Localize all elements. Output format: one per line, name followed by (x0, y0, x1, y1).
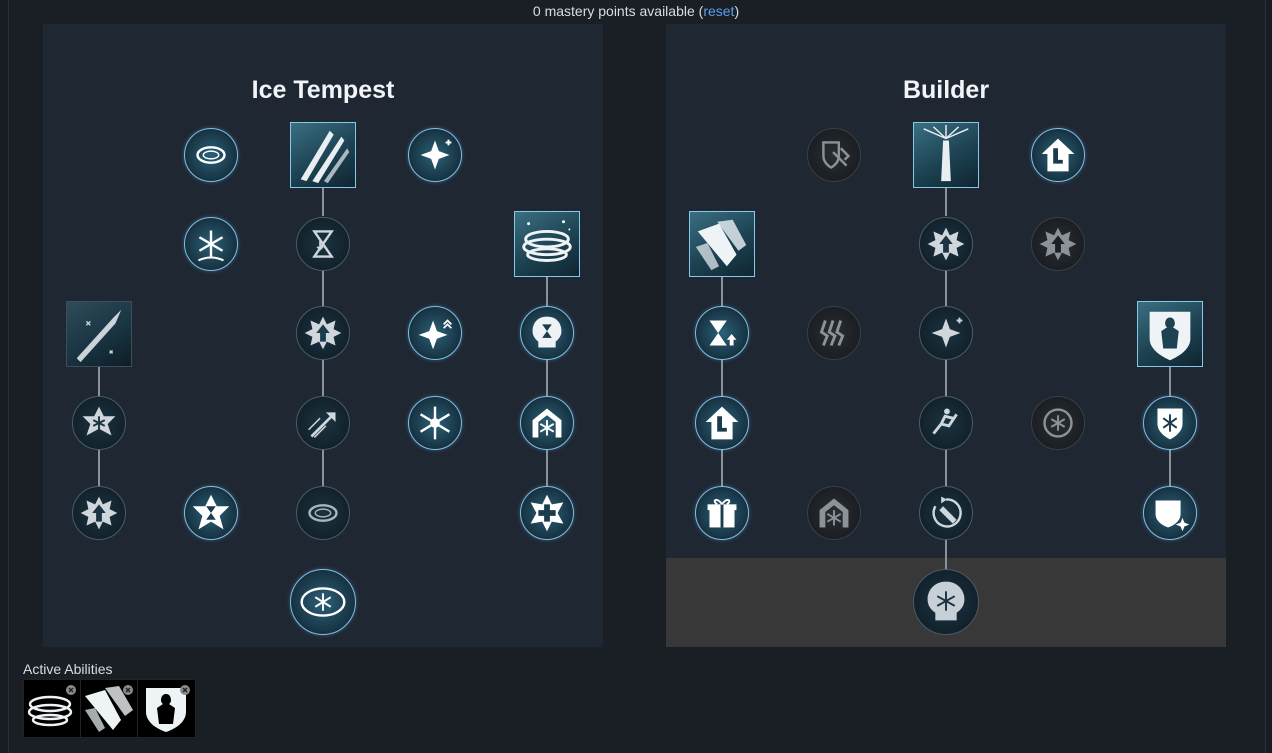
skull-hourglass-node[interactable] (520, 306, 574, 360)
ice-storm-icon (522, 220, 572, 262)
frost-cycle-node[interactable] (1031, 396, 1085, 450)
ice-spear-node[interactable] (66, 301, 132, 367)
tempest-orbit-node[interactable] (184, 128, 238, 182)
tempest-capstone-node[interactable] (290, 569, 356, 635)
hammer-cycle-node[interactable] (919, 486, 973, 540)
sparkle-up-node[interactable] (408, 306, 462, 360)
ice-spear-icon (76, 309, 122, 363)
axe-shield-icon (822, 141, 851, 169)
snowflake-icon (198, 230, 224, 262)
active-abilities-label: Active Abilities (23, 661, 113, 677)
star-plus-node[interactable] (408, 128, 462, 182)
ice-shards-node[interactable] (290, 122, 356, 188)
ice-storm-icon (27, 685, 76, 727)
reset-link[interactable]: reset (703, 3, 734, 19)
snowflake-shelter-icon (819, 498, 849, 528)
orbit-icon (196, 146, 226, 164)
frozen-figure-shield-icon (1149, 311, 1191, 361)
sparkle-up-icon (418, 319, 452, 350)
active-ability-frozen-ward[interactable] (137, 679, 196, 738)
snow-cross-node[interactable] (520, 486, 574, 540)
snowflake-shelter-icon (532, 408, 562, 438)
sprint-node[interactable] (807, 306, 861, 360)
lunge-node[interactable] (919, 396, 973, 450)
light-pillar-icon (923, 124, 969, 182)
skull-hourglass-icon (532, 316, 562, 348)
upgrade-arrow-burst-icon (927, 227, 965, 261)
builder-capstone-node[interactable] (913, 569, 979, 635)
upgrade-burst-node[interactable] (296, 306, 350, 360)
diagonal-arrow-icon (308, 412, 336, 438)
snowflake-burst-icon (419, 406, 451, 440)
frost-shelter-node[interactable] (520, 396, 574, 450)
radiant-pillar-node[interactable] (913, 122, 979, 188)
ice-shards-icon (85, 685, 133, 732)
frost-shield-node[interactable] (1143, 396, 1197, 450)
running-figures-icon (819, 320, 845, 347)
upgrade-arrow-burst-icon (304, 316, 342, 350)
gift-node[interactable] (695, 486, 749, 540)
frost-skull-icon (927, 581, 965, 621)
frost-shelter-dark-node[interactable] (807, 486, 861, 540)
ice-tempest-tree: Ice Tempest (43, 24, 603, 647)
hourglass-down-icon (312, 230, 334, 258)
active-ability-ice-shards[interactable] (80, 679, 139, 738)
frost-burst-node[interactable] (408, 396, 462, 450)
snowflake-shield-icon (1157, 408, 1183, 440)
builder-sparkle-node[interactable] (919, 306, 973, 360)
upgrade-burst-2-node[interactable] (72, 486, 126, 540)
hourglass-up-icon (709, 320, 737, 346)
shield-sparkle-icon (1155, 500, 1190, 532)
builder-tree: Builder (666, 24, 1226, 647)
boot-upgrade-icon (1041, 138, 1075, 172)
boot-house-2-node[interactable] (695, 396, 749, 450)
sparkle-plus-icon (420, 139, 452, 170)
close-paren: ) (734, 3, 740, 19)
snowflake-cycle-icon (1043, 408, 1073, 438)
frozen-ward-node[interactable] (1137, 301, 1203, 367)
snow-hourglass-node[interactable] (184, 486, 238, 540)
snowflake-hourglass-icon (192, 494, 230, 530)
orbit-icon (308, 504, 338, 522)
snowflake-cross-icon (530, 494, 564, 532)
shard-barrage-node[interactable] (689, 211, 755, 277)
axe-shield-node[interactable] (807, 128, 861, 182)
mastery-points-header: 0 mastery points available (reset) (0, 3, 1272, 19)
sparkle-plus-icon (931, 317, 963, 348)
boot-upgrade-icon (705, 406, 739, 440)
ice-shards-icon (695, 219, 747, 271)
hourglass-up-node[interactable] (695, 306, 749, 360)
shield-sparkle-node[interactable] (1143, 486, 1197, 540)
ice-storm-node[interactable] (514, 211, 580, 277)
lunging-figure-icon (932, 408, 958, 435)
mastery-points-text: 0 mastery points available ( (532, 3, 704, 19)
gift-icon (707, 498, 737, 528)
snow-star-node[interactable] (72, 396, 126, 450)
orbit-2-node[interactable] (296, 486, 350, 540)
cooldown-down-node[interactable] (296, 217, 350, 271)
upgrade-arrow-burst-icon (80, 496, 118, 530)
snowflake-star-icon (82, 406, 116, 436)
hammer-cycle-icon (932, 496, 962, 528)
ice-shards-icon (300, 130, 350, 184)
snowflake-orbit-icon (300, 587, 346, 617)
snowflake-node[interactable] (184, 217, 238, 271)
upgrade-arrow-burst-icon (1039, 227, 1077, 261)
builder-upgrade-node[interactable] (919, 217, 973, 271)
dash-arrow-node[interactable] (296, 396, 350, 450)
active-ability-ice-storm[interactable] (23, 679, 82, 738)
boot-house-node[interactable] (1031, 128, 1085, 182)
frozen-figure-shield-icon (146, 685, 190, 732)
builder-upgrade-dark-node[interactable] (1031, 217, 1085, 271)
